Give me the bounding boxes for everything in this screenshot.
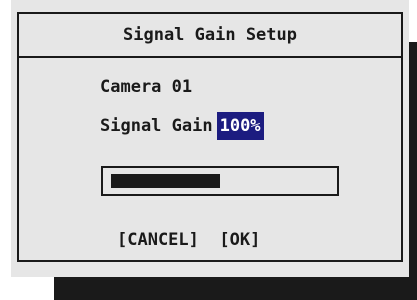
- cancel-button[interactable]: [CANCEL]: [117, 230, 199, 250]
- dialog-buttons: [CANCEL] [OK]: [117, 227, 260, 253]
- title-divider: [19, 56, 401, 58]
- dialog-title: Signal Gain Setup: [123, 25, 297, 45]
- ok-button[interactable]: [OK]: [219, 230, 260, 250]
- dialog-shadow-right: [409, 42, 417, 300]
- signal-gain-row: Signal Gain 100%: [100, 112, 264, 140]
- signal-gain-bar[interactable]: [101, 166, 339, 196]
- signal-gain-value[interactable]: 100%: [216, 112, 264, 140]
- dialog-shadow-bottom: [54, 277, 417, 300]
- signal-gain-label: Signal Gain: [100, 116, 213, 136]
- camera-label: Camera 01: [100, 77, 193, 97]
- signal-gain-bar-fill: [111, 174, 220, 188]
